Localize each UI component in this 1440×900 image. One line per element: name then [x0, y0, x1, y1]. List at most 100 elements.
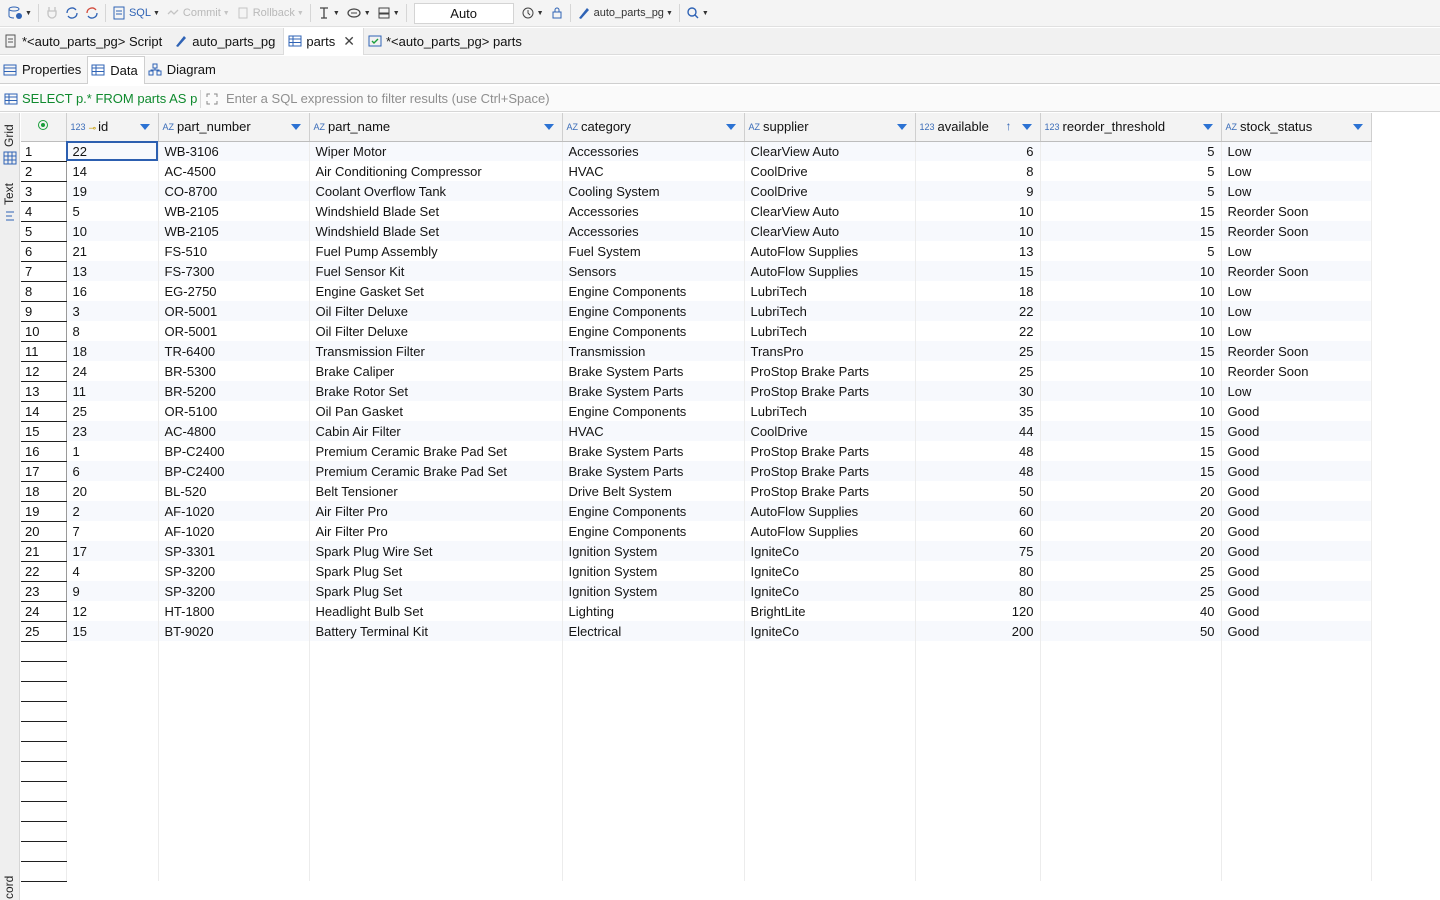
cell-stock-status[interactable]: Good	[1221, 521, 1372, 541]
column-header-part-number[interactable]: AZ part_number	[158, 113, 310, 142]
cell-stock-status[interactable]: Good	[1221, 601, 1372, 621]
search-button[interactable]: ▼	[683, 2, 712, 24]
cell-stock-status[interactable]: Good	[1221, 621, 1372, 641]
cell-supplier[interactable]: ClearView Auto	[744, 201, 916, 221]
lock-button[interactable]	[547, 2, 567, 24]
cell-part-number[interactable]: AC-4500	[158, 161, 310, 181]
cell-category[interactable]: Brake System Parts	[562, 441, 745, 461]
table-row[interactable]: 1 22 WB-3106 Wiper Motor Accessories ClearVie…	[21, 141, 1372, 162]
cell-part-name[interactable]: Oil Pan Gasket	[309, 401, 563, 421]
cell-available[interactable]: 22	[915, 321, 1041, 341]
grid-view-toggle[interactable]: Grid	[2, 124, 16, 147]
cell-part-name[interactable]: Brake Caliper	[309, 361, 563, 381]
cell-supplier[interactable]: IgniteCo	[744, 561, 916, 581]
cell-available[interactable]: 35	[915, 401, 1041, 421]
row-number[interactable]: 10	[21, 321, 67, 342]
cell-part-name[interactable]: Oil Filter Deluxe	[309, 321, 563, 341]
column-header-supplier[interactable]: AZ supplier	[744, 113, 916, 142]
cell-part-number[interactable]: BT-9020	[158, 621, 310, 641]
cell-stock-status[interactable]: Good	[1221, 581, 1372, 601]
dropdown-arrow-icon[interactable]	[1021, 124, 1032, 130]
cell-stock-status[interactable]: Low	[1221, 241, 1372, 261]
column-header-reorder-threshold[interactable]: 123 reorder_threshold	[1040, 113, 1222, 142]
column-header-part-name[interactable]: AZ part_name	[309, 113, 563, 142]
cell-supplier[interactable]: IgniteCo	[744, 541, 916, 561]
cell-supplier[interactable]: IgniteCo	[744, 621, 916, 641]
cell-part-number[interactable]: WB-3106	[158, 141, 310, 161]
rollback-button[interactable]: Rollback ▼	[233, 2, 307, 24]
cell-category[interactable]: Accessories	[562, 141, 745, 161]
cell-available[interactable]: 50	[915, 481, 1041, 501]
cell-stock-status[interactable]: Low	[1221, 321, 1372, 341]
transaction-log-button[interactable]: ▼	[314, 2, 343, 24]
table-row[interactable]: 23 9 SP-3200 Spark Plug Set Ignition System I…	[21, 581, 1372, 602]
row-number[interactable]: 16	[21, 441, 67, 462]
column-header-stock-status[interactable]: AZ stock_status	[1221, 113, 1372, 142]
cell-reorder-threshold[interactable]: 10	[1040, 381, 1222, 401]
cell-id[interactable]: 21	[66, 241, 159, 261]
expand-icon[interactable]	[200, 89, 222, 108]
cell-available[interactable]: 10	[915, 201, 1041, 221]
cell-category[interactable]: Lighting	[562, 601, 745, 621]
table-row[interactable]: 6 21 FS-510 Fuel Pump Assembly Fuel System Au…	[21, 241, 1372, 262]
cell-stock-status[interactable]: Low	[1221, 281, 1372, 301]
cell-part-number[interactable]: EG-2750	[158, 281, 310, 301]
cell-part-number[interactable]: AF-1020	[158, 501, 310, 521]
cell-id[interactable]: 12	[66, 601, 159, 621]
cell-part-number[interactable]: WB-2105	[158, 201, 310, 221]
cell-id[interactable]: 5	[66, 201, 159, 221]
cell-available[interactable]: 200	[915, 621, 1041, 641]
cell-stock-status[interactable]: Low	[1221, 301, 1372, 321]
cell-reorder-threshold[interactable]: 25	[1040, 561, 1222, 581]
table-row[interactable]: 19 2 AF-1020 Air Filter Pro Engine Component…	[21, 501, 1372, 522]
cell-part-name[interactable]: Battery Terminal Kit	[309, 621, 563, 641]
table-row[interactable]: 14 25 OR-5100 Oil Pan Gasket Engine Componen…	[21, 401, 1372, 422]
cell-available[interactable]: 9	[915, 181, 1041, 201]
cell-available[interactable]: 10	[915, 221, 1041, 241]
cell-part-name[interactable]: Coolant Overflow Tank	[309, 181, 563, 201]
cell-part-name[interactable]: Spark Plug Wire Set	[309, 541, 563, 561]
cell-category[interactable]: Accessories	[562, 221, 745, 241]
cell-stock-status[interactable]: Good	[1221, 541, 1372, 561]
cell-supplier[interactable]: TransPro	[744, 341, 916, 361]
cell-id[interactable]: 22	[66, 141, 159, 161]
sort-ascending-icon[interactable]: ↑	[1006, 119, 1012, 133]
cell-reorder-threshold[interactable]: 15	[1040, 461, 1222, 481]
transaction-mode-select[interactable]: Auto	[413, 2, 514, 24]
cell-category[interactable]: Transmission	[562, 341, 745, 361]
cell-id[interactable]: 4	[66, 561, 159, 581]
cell-supplier[interactable]: CoolDrive	[744, 421, 916, 441]
cell-reorder-threshold[interactable]: 10	[1040, 281, 1222, 301]
cell-part-name[interactable]: Fuel Sensor Kit	[309, 261, 563, 281]
cell-category[interactable]: Engine Components	[562, 321, 745, 341]
row-number[interactable]: 4	[21, 201, 67, 222]
cell-category[interactable]: Brake System Parts	[562, 461, 745, 481]
cell-part-number[interactable]: BL-520	[158, 481, 310, 501]
cell-id[interactable]: 16	[66, 281, 159, 301]
cell-available[interactable]: 25	[915, 341, 1041, 361]
dropdown-arrow-icon[interactable]	[1352, 124, 1363, 130]
row-number[interactable]: 18	[21, 481, 67, 502]
cell-part-number[interactable]: SP-3200	[158, 561, 310, 581]
cell-id[interactable]: 10	[66, 221, 159, 241]
cell-part-number[interactable]: BP-C2400	[158, 461, 310, 481]
table-row[interactable]: 20 7 AF-1020 Air Filter Pro Engine Component…	[21, 521, 1372, 542]
cell-id[interactable]: 18	[66, 341, 159, 361]
cell-category[interactable]: Engine Components	[562, 501, 745, 521]
table-row[interactable]: 7 13 FS-7300 Fuel Sensor Kit Sensors AutoFlow…	[21, 261, 1372, 282]
cell-supplier[interactable]: ClearView Auto	[744, 221, 916, 241]
cell-reorder-threshold[interactable]: 20	[1040, 521, 1222, 541]
table-row[interactable]: 8 16 EG-2750 Engine Gasket Set Engine Compon…	[21, 281, 1372, 302]
cell-available[interactable]: 48	[915, 441, 1041, 461]
cell-category[interactable]: Brake System Parts	[562, 381, 745, 401]
row-number[interactable]: 11	[21, 341, 67, 362]
tab-connection[interactable]: auto_parts_pg	[170, 28, 283, 55]
cell-part-name[interactable]: Windshield Blade Set	[309, 201, 563, 221]
cell-reorder-threshold[interactable]: 5	[1040, 241, 1222, 261]
cell-id[interactable]: 9	[66, 581, 159, 601]
cell-id[interactable]: 7	[66, 521, 159, 541]
tab-parts[interactable]: parts ✕	[283, 27, 364, 55]
dropdown-arrow-icon[interactable]	[725, 124, 736, 130]
table-row[interactable]: 9 3 OR-5001 Oil Filter Deluxe Engine Compone…	[21, 301, 1372, 322]
column-header-category[interactable]: AZ category	[562, 113, 745, 142]
